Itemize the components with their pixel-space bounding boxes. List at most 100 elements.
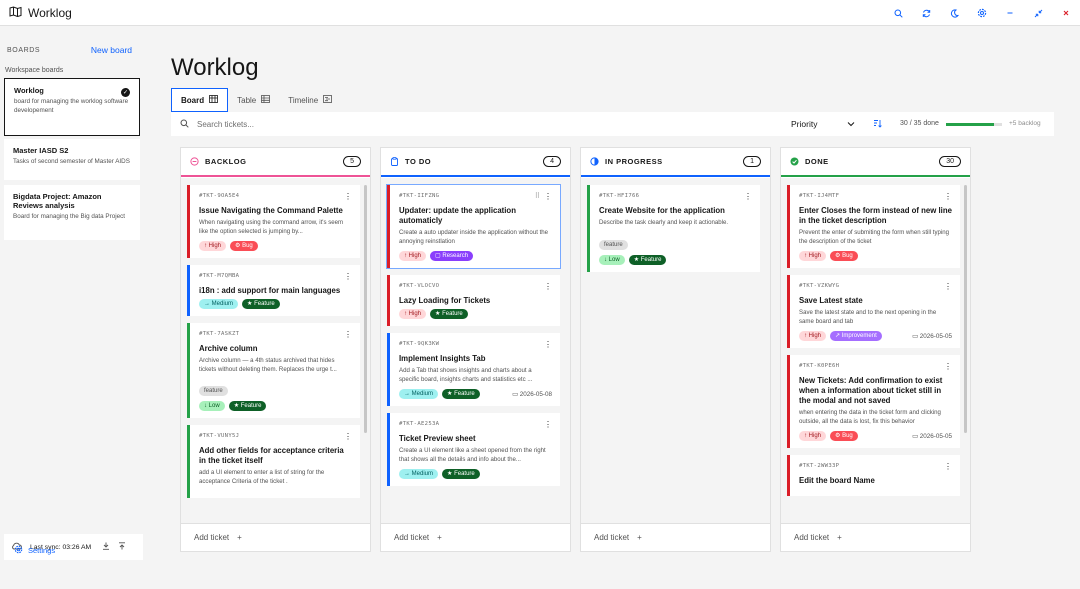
restore-icon[interactable]: [1024, 0, 1052, 26]
overflow-menu-icon[interactable]: ⋮: [544, 420, 552, 429]
ticket-title: Ticket Preview sheet: [399, 434, 476, 443]
download-icon[interactable]: [102, 542, 110, 552]
add-ticket-button[interactable]: Add ticket +: [781, 523, 970, 551]
ticket-description: Prevent the enter of submiting the form …: [799, 229, 950, 245]
add-ticket-label: Add ticket: [394, 533, 430, 542]
type-badge: ↗ Improvement: [830, 331, 882, 341]
settings-icon: [14, 545, 23, 556]
board-item-master-iasd[interactable]: Master IASD S2 Tasks of second semester …: [4, 139, 140, 180]
add-ticket-button[interactable]: Add ticket +: [581, 523, 770, 551]
priority-badge: → Medium: [399, 469, 439, 479]
sort-icon[interactable]: [873, 119, 882, 130]
add-ticket-button[interactable]: Add ticket +: [181, 523, 370, 551]
priority-badge: → Medium: [399, 389, 439, 399]
column-body[interactable]: #TKT-IIFZNG ⠿ ⋮ Updater: update the appl…: [381, 178, 570, 525]
ticket-card[interactable]: #TKT-9OA5E4 ⋮ Issue Navigating the Comma…: [187, 185, 360, 258]
column-body[interactable]: #TKT-IJ4MTF ⋮ Enter Closes the form inst…: [781, 178, 970, 525]
ticket-card[interactable]: #TKT-IIFZNG ⠿ ⋮ Updater: update the appl…: [386, 184, 561, 269]
search-input[interactable]: [197, 119, 497, 129]
ticket-tags: ↑ High ↗ Improvement ▭ 2026-05-05: [799, 331, 952, 341]
priority-label: Priority: [791, 119, 818, 129]
timeline-view-icon: [323, 95, 333, 105]
type-badge: ★ Feature: [228, 401, 267, 411]
type-badge: ⚙ Bug: [830, 251, 858, 261]
ticket-description: Create a auto updater inside the applica…: [399, 229, 549, 245]
column-scrollbar[interactable]: [964, 185, 967, 433]
tab-timeline[interactable]: Timeline: [279, 88, 341, 112]
ticket-id: #TKT-IIFZNG: [399, 193, 440, 199]
tab-table[interactable]: Table: [228, 88, 279, 112]
overflow-menu-icon[interactable]: ⋮: [344, 432, 352, 441]
type-badge: ★ Feature: [628, 254, 667, 265]
ticket-card[interactable]: #TKT-VUNY5J ⋮ Add other fields for accep…: [187, 425, 360, 498]
ticket-card[interactable]: #TKT-9QK3KW ⋮ Implement Insights Tab Add …: [387, 333, 560, 406]
column-body[interactable]: #TKT-9OA5E4 ⋮ Issue Navigating the Comma…: [181, 178, 370, 525]
drag-handle-icon[interactable]: ⠿: [535, 192, 540, 200]
overflow-menu-icon[interactable]: ⋮: [944, 192, 952, 201]
tab-board[interactable]: Board: [171, 88, 229, 112]
ticket-title: New Tickets: Add confirmation to exist w…: [799, 376, 943, 405]
ticket-description: Archive column — a 4th status archived t…: [199, 357, 337, 373]
column-header: DONE 30: [781, 148, 970, 177]
new-board-link[interactable]: New board: [91, 45, 132, 55]
type-label: Feature: [640, 256, 662, 263]
ticket-tags: ↑ High ⚙ Bug: [199, 241, 352, 251]
ticket-id: #TKT-2WW33P: [799, 463, 840, 469]
app-title: Worklog: [28, 5, 72, 20]
type-label: Feature: [442, 311, 463, 317]
type-label: Feature: [454, 471, 475, 477]
ticket-tags: → Medium ★ Feature: [399, 469, 552, 479]
column-body[interactable]: #TKT-HFI766 ⋮ Create Website for the app…: [581, 178, 770, 525]
overflow-menu-icon[interactable]: ⋮: [344, 330, 352, 339]
ticket-card[interactable]: #TKT-AE253A ⋮ Ticket Preview sheet Create…: [387, 413, 560, 486]
ticket-tags: ↑ High ⚙ Bug: [799, 251, 952, 261]
ticket-card[interactable]: #TKT-7ASKZT ⋮ Archive column Archive colu…: [187, 323, 360, 418]
tab-label: Timeline: [288, 95, 319, 105]
overflow-menu-icon[interactable]: ⋮: [344, 192, 352, 201]
close-icon[interactable]: [1052, 0, 1080, 26]
ticket-card[interactable]: #TKT-VLOCVO ⋮ Lazy Loading for Tickets ↑ …: [387, 275, 560, 326]
column-scrollbar[interactable]: [364, 185, 367, 433]
settings-button[interactable]: Settings: [14, 545, 55, 556]
sync-icon[interactable]: [912, 0, 940, 26]
upload-icon[interactable]: [118, 542, 126, 552]
overflow-menu-icon[interactable]: ⋮: [944, 362, 952, 371]
add-ticket-label: Add ticket: [794, 533, 830, 542]
board-title: Bigdata Project: Amazon Reviews analysis: [13, 192, 102, 210]
chevron-down-icon: [847, 119, 855, 129]
column-title: IN PROGRESS: [605, 157, 663, 166]
due-date: ▭ 2026-05-05: [912, 433, 952, 440]
overflow-menu-icon[interactable]: ⋮: [544, 340, 552, 349]
half-circle-icon: [590, 153, 599, 171]
search-icon[interactable]: [884, 0, 912, 26]
minimize-icon[interactable]: [996, 0, 1024, 26]
ticket-title: Updater: update the application automati…: [399, 206, 516, 225]
due-date: ▭ 2026-05-05: [912, 333, 952, 340]
ticket-card[interactable]: #TKT-VZKWYG ⋮ Save Latest state Save the …: [787, 275, 960, 348]
add-ticket-button[interactable]: Add ticket +: [381, 523, 570, 551]
ticket-id: #TKT-9OA5E4: [199, 193, 240, 199]
ticket-card[interactable]: #TKT-K0PE6H ⋮ New Tickets: Add confirmat…: [787, 355, 960, 448]
ticket-card[interactable]: #TKT-M7QMBA ⋮ i18n : add support for mai…: [187, 265, 360, 316]
overflow-menu-icon[interactable]: ⋮: [744, 192, 752, 201]
overflow-menu-icon[interactable]: ⋮: [944, 462, 952, 471]
ticket-card[interactable]: #TKT-2WW33P ⋮ Edit the board Name: [787, 455, 960, 496]
column-header: TO DO 4: [381, 148, 570, 177]
ticket-id: #TKT-K0PE6H: [799, 363, 840, 369]
type-label: Improvement: [841, 333, 877, 339]
overflow-menu-icon[interactable]: ⋮: [944, 282, 952, 291]
board-item-bigdata-project[interactable]: Bigdata Project: Amazon Reviews analysis…: [4, 185, 140, 240]
overflow-menu-icon[interactable]: ⋮: [544, 192, 552, 201]
moon-icon[interactable]: [940, 0, 968, 26]
type-badge: ★ Feature: [442, 469, 480, 479]
overflow-menu-icon[interactable]: ⋮: [544, 282, 552, 291]
priority-dropdown[interactable]: Priority: [791, 112, 855, 136]
type-badge: ▢ Research: [430, 251, 474, 261]
ticket-card[interactable]: #TKT-IJ4MTF ⋮ Enter Closes the form inst…: [787, 185, 960, 268]
ticket-card[interactable]: #TKT-HFI766 ⋮ Create Website for the app…: [587, 185, 760, 272]
ticket-title: Archive column: [199, 344, 258, 353]
type-label: Research: [442, 253, 469, 259]
board-item-worklog[interactable]: Worklog board for managing the worklog s…: [4, 78, 140, 136]
overflow-menu-icon[interactable]: ⋮: [344, 272, 352, 281]
settings-icon[interactable]: [968, 0, 996, 26]
